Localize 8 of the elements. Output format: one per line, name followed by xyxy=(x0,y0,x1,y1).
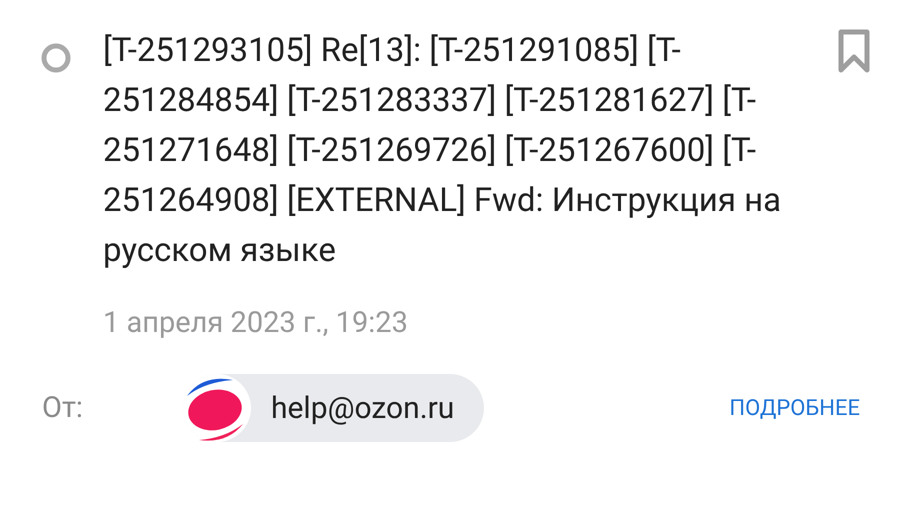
bookmark-icon[interactable] xyxy=(837,28,871,74)
status-circle-icon[interactable] xyxy=(40,42,72,74)
sender-chip[interactable]: help@ozon.ru xyxy=(183,374,484,442)
details-link[interactable]: ПОДРОБНЕЕ xyxy=(729,396,860,420)
message-date: 1 апреля 2023 г., 19:23 xyxy=(103,306,409,340)
from-label: От: xyxy=(42,391,84,425)
avatar-icon xyxy=(183,374,251,442)
message-subject: [T-251293105] Re[13]: [T-251291085] [T-251284854] [T-251283337] [T-251281627] [T-251271648] [T-251269726] [T-251267600] [T-251264908] [EXTERNAL] Fwd: Инструкция на русском языке xyxy=(103,30,782,272)
